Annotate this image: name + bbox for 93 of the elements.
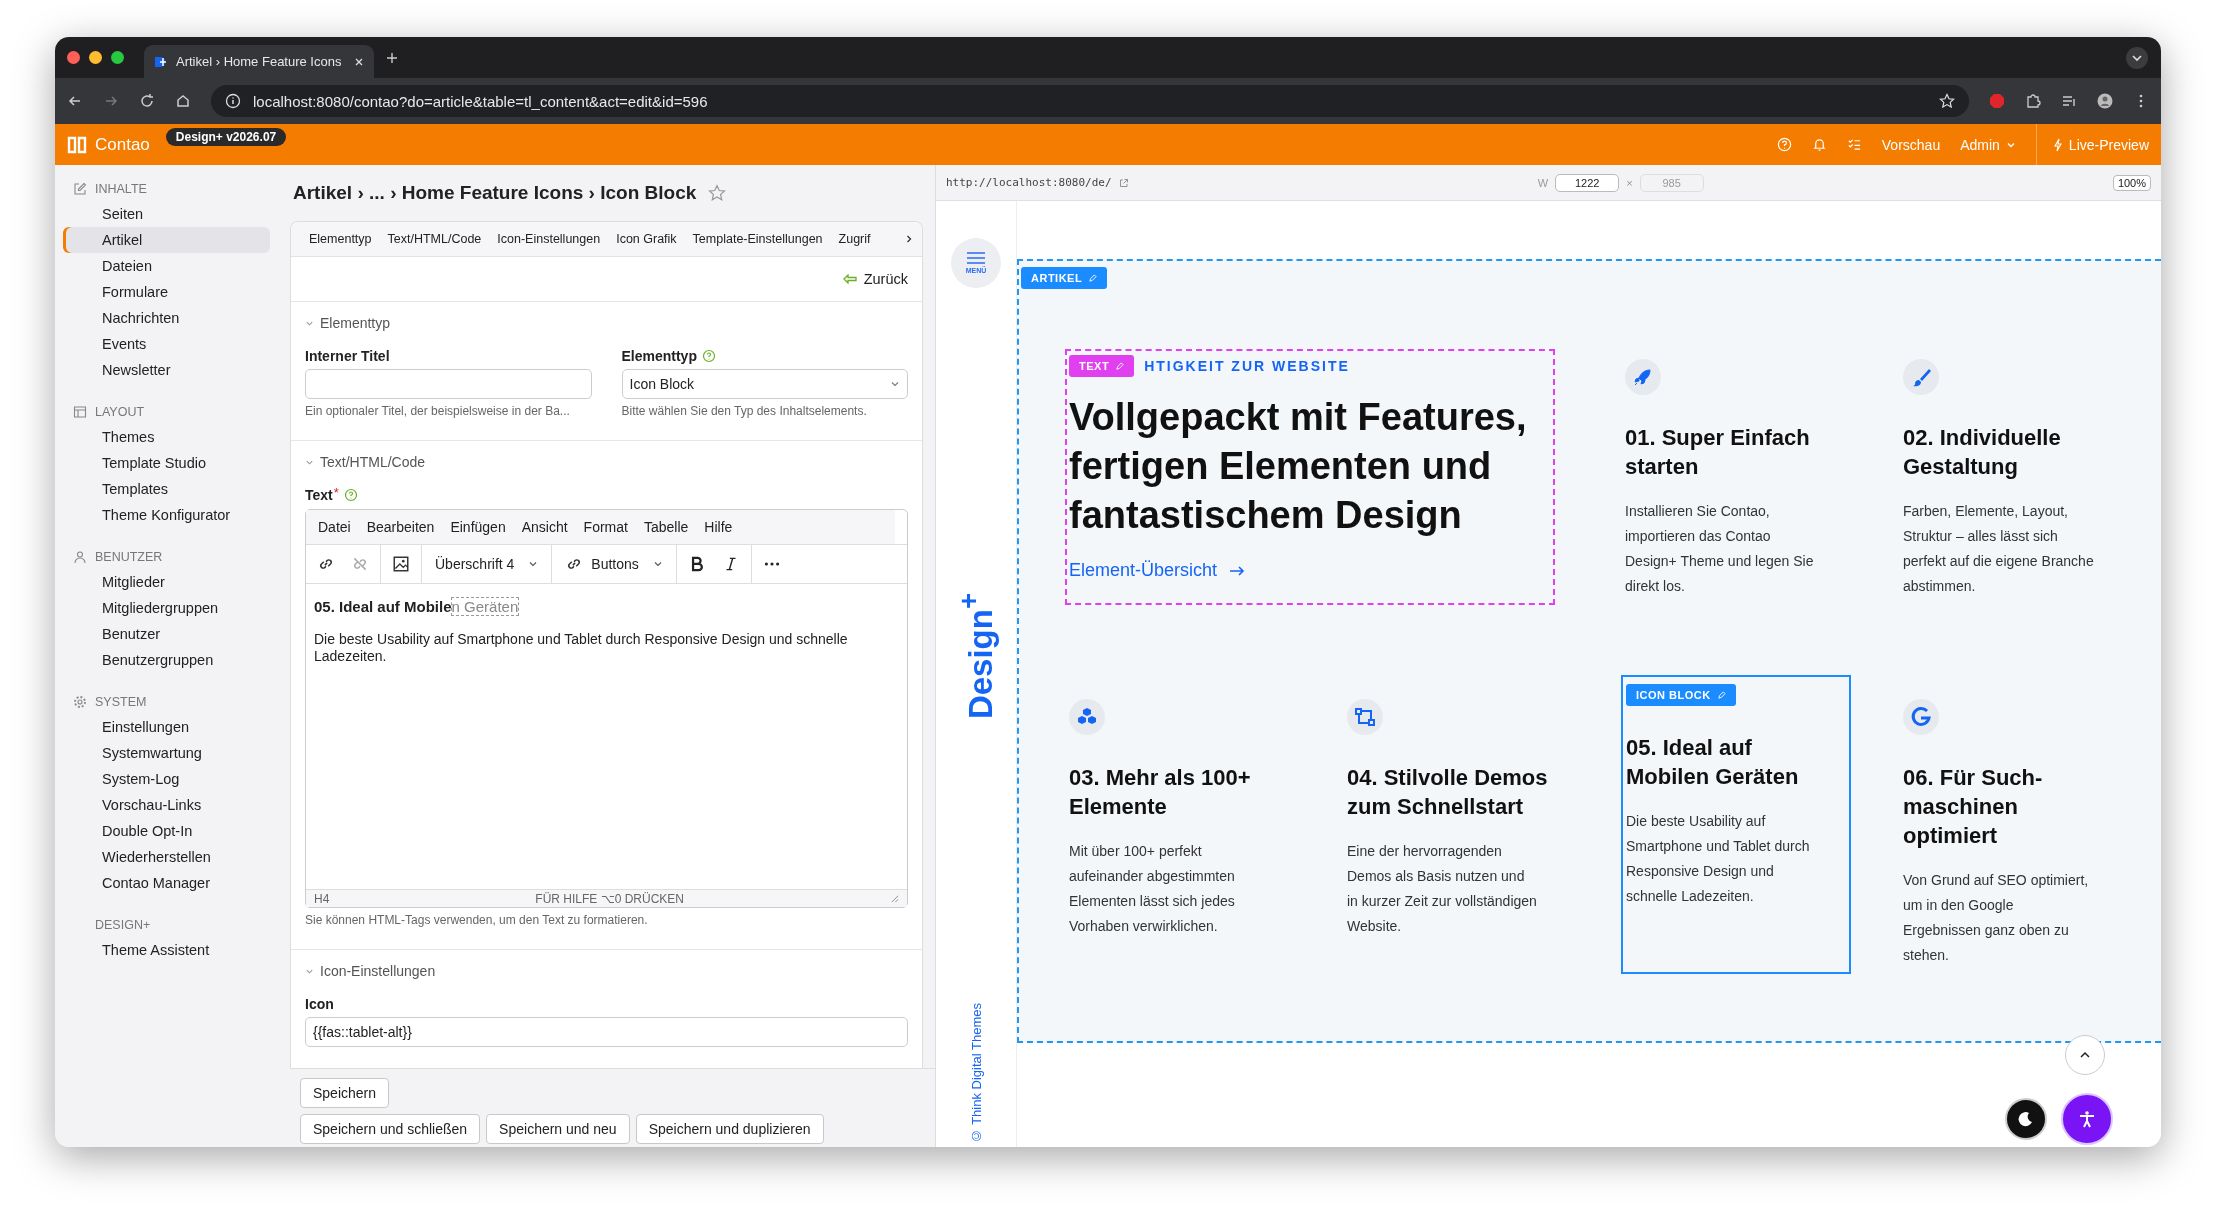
sidebar-group-title[interactable]: INHALTE	[95, 182, 147, 196]
feature-title: 04. Stilvolle Demos zum Schnellstart	[1347, 764, 1549, 821]
back-link[interactable]: Zurück	[842, 271, 908, 287]
kicker-text: HTIGKEIT ZUR WEBSITE	[1144, 358, 1350, 374]
width-input[interactable]: 1222	[1555, 173, 1620, 192]
sidebar-item[interactable]: Systemwartung	[63, 740, 270, 766]
section-tab[interactable]: Elementtyp	[301, 232, 380, 246]
feature-text: Von Grund auf SEO optimiert, um in den Google Ergebnissen ganz oben zu stehen.	[1903, 871, 2090, 965]
element-path: H4	[314, 891, 330, 906]
sidebar-item[interactable]: Formulare	[63, 279, 270, 305]
sidebar-item[interactable]: Newsletter	[63, 357, 270, 383]
feature-title: 02. Individuelle Gestaltung	[1903, 424, 2062, 481]
feature-text: Eine der hervorragenden Demos als Basis nutzen und in kurzer Zeit zur vollständigen Website.	[1347, 842, 1538, 936]
sidebar-item[interactable]: Mitgliedergruppen	[63, 595, 270, 621]
section-tab[interactable]: Zugrif	[830, 232, 879, 246]
sidebar-item[interactable]: Themes	[63, 424, 270, 450]
section-tab[interactable]: Icon-Einstellungen	[489, 232, 609, 246]
buttons-dropdown[interactable]: Buttons	[563, 555, 665, 573]
field-label: Elementtyp	[621, 347, 697, 366]
times-sign: ×	[1626, 176, 1633, 189]
selected-text: n Geräten	[451, 598, 519, 615]
sidebar-item[interactable]: Nachrichten	[63, 305, 270, 331]
feature-text: Farben, Elemente, Layout, Struktur – alles lässt sich perfekt auf die eigene Branche abstimmen.	[1903, 502, 2095, 596]
version-badge: Design+ v2026.07	[165, 128, 287, 146]
sidebar-item[interactable]: Artikel	[63, 227, 270, 253]
sidebar-item[interactable]: Mitglieder	[63, 569, 270, 595]
sidebar-item[interactable]: Dateien	[63, 253, 270, 279]
sidebar-item[interactable]: Theme Assistent	[63, 937, 270, 963]
editor-menu-item[interactable]: Datei	[310, 519, 359, 535]
preview-url: http://localhost:8080/de/	[946, 176, 1112, 189]
editor-menu-item[interactable]: Ansicht	[513, 519, 576, 535]
sidebar-item[interactable]: Double Opt-In	[63, 818, 270, 844]
sidebar-item[interactable]: Theme Konfigurator	[63, 502, 270, 528]
sidebar-item[interactable]: Events	[63, 331, 270, 357]
zoom-level[interactable]: 100%	[2112, 174, 2151, 191]
required-mark: *	[333, 485, 339, 500]
save-button[interactable]: Speichern und neu	[486, 1114, 630, 1144]
field-label: Text	[305, 486, 333, 505]
element-type-select[interactable]: Icon Block	[621, 369, 908, 399]
sidebar-item[interactable]: Benutzergruppen	[63, 647, 270, 673]
section-legend[interactable]: Text/HTML/Code	[320, 454, 426, 470]
field-label: Interner Titel	[305, 347, 391, 366]
sidebar-item[interactable]: Template Studio	[63, 450, 270, 476]
tab-title: Artikel › Home Feature Icons	[176, 54, 343, 69]
editor-menu-item[interactable]: Hilfe	[696, 519, 741, 535]
width-label: W	[1537, 176, 1549, 189]
field-label: Icon	[305, 995, 335, 1014]
field-hint: Ein optionaler Titel, der beispielsweise in der Ba...	[305, 404, 571, 418]
sidebar-item[interactable]: Templates	[63, 476, 270, 502]
help-shortcut: FÜR HILFE ⌥0 DRÜCKEN	[535, 891, 684, 906]
sidebar-group-title[interactable]: SYSTEM	[95, 695, 147, 709]
sidebar-group-title[interactable]: LAYOUT	[95, 405, 145, 419]
feature-title: 05. Ideal auf Mobilen Geräten	[1626, 734, 1800, 791]
feature-text: Mit über 100+ perfekt aufeinander abgestimmten Elementen lässt sich jedes Vorhaben verwirklichen.	[1069, 842, 1236, 936]
section-legend[interactable]: Elementtyp	[320, 315, 391, 331]
save-button[interactable]: Speichern	[300, 1078, 390, 1108]
save-button[interactable]: Speichern und schließen	[300, 1114, 481, 1144]
feature-title: 06. Für Such-maschinen optimiert	[1903, 764, 2044, 850]
sidebar-item[interactable]: Wiederherstellen	[63, 844, 270, 870]
editor-menu-item[interactable]: Bearbeiten	[358, 519, 443, 535]
sidebar-item[interactable]: Vorschau-Links	[63, 792, 270, 818]
section-legend[interactable]: Icon-Einstellungen	[320, 963, 436, 979]
editor-menu-item[interactable]: Einfügen	[442, 519, 514, 535]
sidebar-group-title[interactable]: BENUTZER	[95, 550, 163, 564]
overview-link[interactable]: Element-Übersicht	[1069, 560, 1246, 581]
feature-title: 01. Super Einfach starten	[1625, 424, 1811, 481]
sidebar-group-title[interactable]: DESIGN+	[95, 918, 151, 932]
icon-input[interactable]: {{fas::tablet-alt}}	[305, 1017, 908, 1047]
editor-heading: 05. Ideal auf Mobile	[314, 598, 452, 615]
browser-tab[interactable]: Artikel › Home Feature Icons	[144, 45, 374, 78]
sidebar-item[interactable]: Seiten	[63, 201, 270, 227]
format-dropdown[interactable]: Überschrift 4	[433, 556, 541, 572]
editor-menu-item[interactable]: Tabelle	[635, 519, 697, 535]
address-bar[interactable]: localhost:8080/contao?do=article&table=tl_content&act=edit&id=596	[211, 85, 1969, 117]
save-button[interactable]: Speichern und duplizieren	[635, 1114, 824, 1144]
editor-paragraph: Die beste Usability auf Smartphone und Tablet durch Responsive Design und schnelle Ladezeiten.	[314, 631, 849, 665]
copyright-text[interactable]: © Think Digital Themes	[968, 1002, 984, 1143]
sidebar-item[interactable]: System-Log	[63, 766, 270, 792]
editor-menu-item[interactable]: Format	[575, 519, 636, 535]
feature-text: Installieren Sie Contao, importieren das Contao Design+ Theme und legen Sie direkt los.	[1625, 502, 1815, 596]
sidebar-item[interactable]: Contao Manager	[63, 870, 270, 896]
field-hint: Sie können HTML-Tags verwenden, um den Text zu formatieren.	[305, 913, 649, 927]
feature-title: 03. Mehr als 100+ Elemente	[1069, 764, 1252, 821]
field-hint: Bitte wählen Sie den Typ des Inhaltselements.	[621, 404, 868, 418]
feature-text: Die beste Usability auf Smartphone und Tablet durch Responsive Design und schnelle Ladezeiten.	[1626, 812, 1811, 906]
hero-headline: Vollgepackt mit Features, fertigen Elementen und fantastischem Design	[1069, 395, 1528, 538]
section-tab[interactable]: Template-Einstellungen	[684, 232, 831, 246]
url-text: localhost:8080/contao?do=article&table=tl_content&act=edit&id=596	[253, 92, 708, 110]
breadcrumb: Artikel › ... › Home Feature Icons › Icon Block	[293, 182, 697, 204]
sidebar-item[interactable]: Benutzer	[63, 621, 270, 647]
section-tab[interactable]: Icon Grafik	[608, 232, 685, 246]
section-tab[interactable]: Text/HTML/Code	[379, 232, 490, 246]
sidebar-item[interactable]: Einstellungen	[63, 714, 270, 740]
